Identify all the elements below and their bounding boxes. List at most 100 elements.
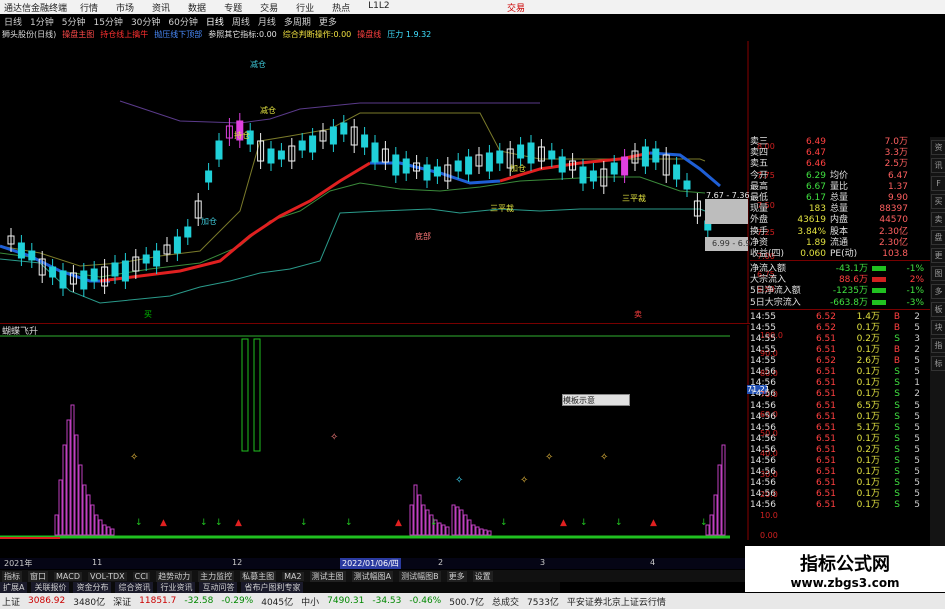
candle-body [485,152,493,172]
menu-item[interactable]: 行情 [80,1,98,14]
side-tab[interactable]: 指 [931,338,945,353]
indicator-tab[interactable]: 设置 [472,570,493,582]
indicator-tab[interactable]: 测试主图 [309,570,346,582]
trade-time: 14:55 [750,322,776,333]
trade-row: 14:55 6.52 1.4万 B 2 [750,312,930,323]
side-tab[interactable]: 图 [931,266,945,281]
stock-name[interactable]: 狮头股份(日线) [2,29,56,40]
candle-body [111,262,119,277]
sub-bar [437,522,442,536]
menu-item[interactable]: L1L2 [368,1,389,14]
trade-time: 14:55 [750,356,776,367]
divider [0,323,750,324]
trade-count: 5 [914,411,920,422]
indicator-label: 综合判断操作:0.00 [282,30,352,39]
trade-count: 2 [914,311,920,322]
sub-bar [74,434,79,536]
arrow-glyph: ↓ [615,518,623,528]
trade-time: 14:56 [750,500,776,511]
info-tab[interactable]: 关联报价 [31,582,70,593]
side-tab[interactable]: 标 [931,356,945,371]
info-tab[interactable]: 扩展A [0,582,28,593]
trade-price: 6.51 [815,389,836,400]
quote-key2: 流通 [830,237,849,248]
side-tab[interactable]: 更 [931,248,945,263]
side-tab[interactable]: 板 [931,302,945,317]
quote-key: 现量 [750,204,769,215]
info-tab[interactable]: 行业资讯 [157,582,196,593]
trade-volume: 2.6万 [856,356,880,367]
indicator-tab[interactable]: 测试幅图B [399,570,441,582]
period-tab[interactable]: 多周期 [284,15,311,28]
side-tab[interactable]: 资 [931,140,945,155]
info-tab[interactable]: 互动问答 [199,582,238,593]
trade-volume: 0.1万 [856,489,880,500]
indicator-tab[interactable]: 私募主图 [240,570,277,582]
indicator-tab[interactable]: 更多 [446,570,467,582]
indicator-tab[interactable]: MACD [54,571,82,581]
period-tab[interactable]: 更多 [319,15,337,28]
date-label: 3 [540,558,546,567]
sub-bar [54,514,59,536]
trade-time: 14:56 [750,367,776,378]
side-tab[interactable]: 块 [931,320,945,335]
price-tag: 6.99 - 6.9 [712,239,750,248]
indicator-tab[interactable]: VOL-TDX [87,571,127,581]
period-tab[interactable]: 日线 [206,15,224,28]
side-tab[interactable]: 买 [931,194,945,209]
info-tab[interactable]: 资金分布 [73,582,112,593]
flow-value: 88.6万 [838,275,868,286]
period-tab[interactable]: 1分钟 [30,15,54,28]
side-tab[interactable]: 多 [931,284,945,299]
info-tab[interactable]: 省布户图利专家 [241,582,304,593]
side-tab[interactable]: 盘 [931,230,945,245]
trade-volume: 6.5万 [856,400,880,411]
menu-item[interactable]: 热点 [332,1,350,14]
menu-item[interactable]: 资讯 [152,1,170,14]
indicator-tab[interactable]: 窗口 [28,570,48,582]
flow-row: 5日大宗流入 -663.8万 -3% [750,298,930,309]
period-tab[interactable]: 5分钟 [62,15,86,28]
quote-key: 今开 [750,170,769,181]
sub-chart[interactable]: ↓ ▲ ↓ ↓ ▲ ↓ ↓ ▲ ↓ ↓ ▲ ↓ ↓ ▲ ↓ ✧ ✧ ✧ ✧ ✧ ✧ [0,325,750,540]
date-strip: 2021年 11 12 2022/01/06/四 2 3 4 [0,558,750,569]
indicator-tab[interactable]: MA2 [282,571,304,581]
quote-value2: 44570 [879,215,908,226]
sub-bar [58,479,63,536]
popup-box[interactable]: 模板示意 [562,394,630,406]
quote-value2: 1.37 [887,181,908,192]
sub-bar [425,509,430,536]
info-tab[interactable]: 综合资讯 [115,582,154,593]
menu-item[interactable]: 数据 [188,1,206,14]
side-tab[interactable]: 讯 [931,158,945,173]
trade-time: 14:56 [750,411,776,422]
indicator-tab[interactable]: CCI [132,571,151,581]
arrow-glyph: ↓ [345,518,353,528]
indicator-tab[interactable]: 主力监控 [198,570,235,582]
menu-item[interactable]: 市场 [116,1,134,14]
date-label: 11 [92,558,103,567]
indicator-tab[interactable]: 指标 [2,570,22,582]
main-chart[interactable]: 7.67 - 7.36 6.99 - 6.9 减仓 减仓 加仓 三平裁 加仓 三… [0,41,751,323]
trade-menu[interactable]: 交易 [507,1,525,14]
menu-item[interactable]: 专题 [224,1,242,14]
indicator-tab[interactable]: 趋势动力 [156,570,193,582]
menu-item[interactable]: 行业 [296,1,314,14]
quote-value: 6.46 [805,159,826,170]
menu-item[interactable]: 交易 [260,1,278,14]
indicator-tab[interactable]: 测试幅图A [351,570,394,582]
side-tab[interactable]: 卖 [931,212,945,227]
sub-bar [82,484,87,536]
candle-body [621,156,629,176]
side-tab[interactable]: F [931,176,945,191]
period-tab[interactable]: 30分钟 [131,15,160,28]
sub-bar [417,494,422,536]
quote-value2: 3.3万 [884,148,908,159]
arrow-glyph: ↓ [500,518,508,528]
period-tab[interactable]: 15分钟 [93,15,122,28]
period-tab[interactable]: 60分钟 [168,15,197,28]
period-tab[interactable]: 月线 [258,15,276,28]
candle-body [153,250,161,267]
period-tab[interactable]: 周线 [232,15,250,28]
period-tab[interactable]: 日线 [4,15,22,28]
